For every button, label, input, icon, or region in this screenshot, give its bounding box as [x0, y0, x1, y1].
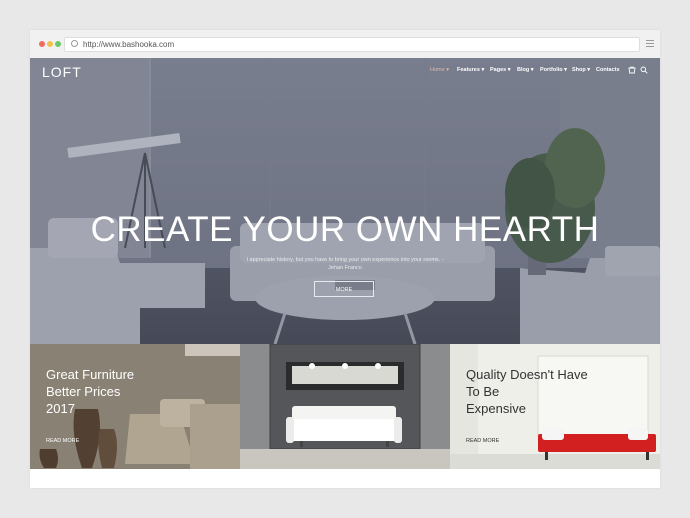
url-text: http://www.bashooka.com: [83, 40, 175, 49]
tile-heading: Quality Doesn't Have To Be Expensive: [466, 366, 588, 417]
nav-item-home[interactable]: Home ▾: [430, 67, 449, 73]
feature-tile-furniture[interactable]: Great Furniture Better Prices 2017 READ …: [30, 344, 240, 469]
tile-heading-line: To Be: [466, 384, 500, 399]
nav-item-shop[interactable]: Shop ▾: [572, 67, 590, 73]
site-logo[interactable]: LOFT: [42, 64, 82, 80]
hero-quote: I appreciate history, but you have to br…: [246, 257, 444, 263]
nav-item-blog[interactable]: Blog ▾: [517, 67, 534, 73]
page-bottom-strip: [30, 469, 660, 488]
read-more-link[interactable]: READ MORE: [466, 438, 499, 444]
browser-chrome: http://www.bashooka.com: [30, 30, 660, 59]
globe-icon: [71, 40, 78, 47]
nav-item-pages[interactable]: Pages ▾: [490, 67, 511, 73]
tile-image-white-sofa: [240, 344, 450, 469]
maximize-dot[interactable]: [55, 41, 61, 47]
tile-heading-line: Quality Doesn't Have: [466, 367, 588, 382]
hero-title: CREATE YOUR OWN HEARTH: [90, 210, 600, 249]
feature-tile-quality[interactable]: Quality Doesn't Have To Be Expensive REA…: [450, 344, 660, 469]
hero-overlay: [30, 58, 660, 344]
address-bar[interactable]: http://www.bashooka.com: [64, 37, 640, 52]
cart-icon[interactable]: [628, 66, 636, 74]
tile-heading-line: 2017: [46, 401, 75, 416]
feature-tile-sofa[interactable]: [240, 344, 450, 469]
hero-more-button[interactable]: MORE: [314, 281, 374, 297]
browser-window: http://www.bashooka.com LOFT Home ▾ Feat…: [30, 30, 660, 488]
tile-heading-line: Great Furniture: [46, 367, 135, 382]
minimize-dot[interactable]: [47, 41, 53, 47]
nav-item-contacts[interactable]: Contacts: [596, 67, 620, 73]
nav-item-features[interactable]: Features ▾: [457, 67, 484, 73]
hero-quote-author: Jehan Franco: [328, 264, 362, 271]
hero-section: LOFT Home ▾ Features ▾ Pages ▾ Blog ▾ Po…: [30, 58, 660, 344]
tile-heading-line: Expensive: [466, 401, 526, 416]
hamburger-icon[interactable]: [646, 40, 654, 49]
search-icon[interactable]: [640, 66, 648, 74]
tile-heading-line: Better Prices: [46, 384, 121, 399]
close-dot[interactable]: [39, 41, 45, 47]
nav-item-portfolio[interactable]: Portfolio ▾: [540, 67, 567, 73]
read-more-link[interactable]: READ MORE: [46, 438, 79, 444]
tile-heading: Great Furniture Better Prices 2017: [46, 366, 134, 417]
hero-subtitle: I appreciate history, but you have to br…: [235, 257, 455, 272]
